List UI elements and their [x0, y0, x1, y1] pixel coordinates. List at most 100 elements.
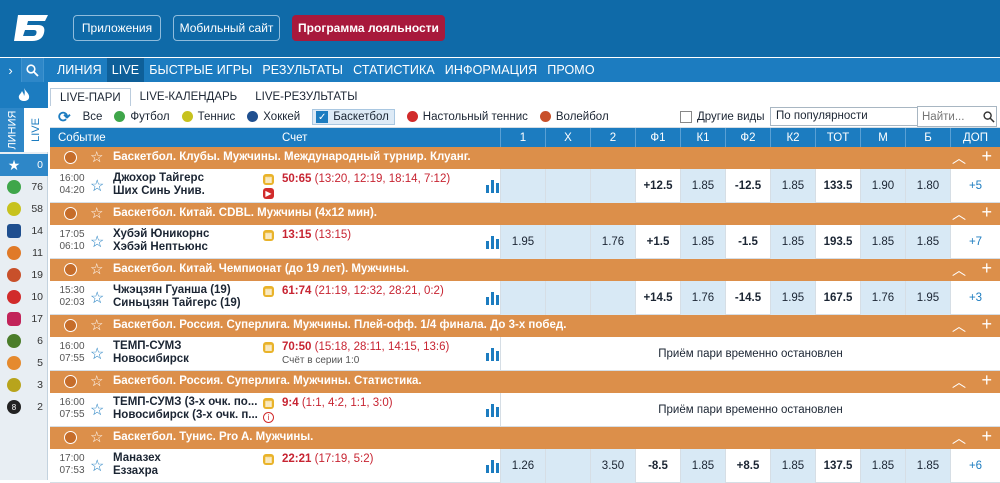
collapse-chevron-icon[interactable]: ︿ — [952, 316, 966, 336]
search-icon[interactable] — [22, 58, 44, 82]
odds-cell[interactable]: 193.5 — [815, 225, 860, 259]
sidebar-handball[interactable]: 5 — [0, 352, 48, 374]
league-header[interactable]: ☆ Баскетбол. Клубы. Мужчины. Международн… — [50, 146, 1000, 169]
odds-cell[interactable]: +14.5 — [635, 281, 680, 315]
collapse-chevron-icon[interactable]: ︿ — [952, 204, 966, 224]
league-header[interactable]: ☆ Баскетбол. Китай. Чемпионат (до 19 лет… — [50, 258, 1000, 281]
apps-button[interactable]: Приложения — [73, 15, 161, 41]
odds-cell[interactable]: 1.85 — [770, 449, 815, 483]
statistics-icon[interactable] — [486, 346, 500, 361]
star-outline-icon[interactable]: ☆ — [90, 204, 103, 222]
tab-live-bets[interactable]: LIVE-ПАРИ — [50, 88, 131, 106]
live-stream-icon[interactable]: ▦ — [263, 230, 274, 241]
odds-cell[interactable]: 1.76 — [590, 225, 635, 259]
logo-icon[interactable] — [14, 11, 50, 45]
odds-cell[interactable] — [590, 281, 635, 315]
odds-cell[interactable]: -8.5 — [635, 449, 680, 483]
sidebar-cycling[interactable]: 3 — [0, 374, 48, 396]
odds-cell[interactable]: 133.5 — [815, 169, 860, 203]
filter-hockey[interactable]: Хоккей — [247, 111, 300, 123]
odds-cell[interactable]: 1.85 — [860, 449, 905, 483]
odds-cell[interactable] — [500, 169, 545, 203]
odds-cell[interactable]: 1.80 — [905, 169, 950, 203]
odds-cell[interactable]: +12.5 — [635, 169, 680, 203]
sidebar-esports[interactable]: 17 — [0, 308, 48, 330]
odds-cell[interactable]: 3.50 — [590, 449, 635, 483]
star-outline-icon[interactable]: ☆ — [90, 344, 104, 364]
filter-football[interactable]: Футбол — [114, 111, 170, 123]
nav-live[interactable]: LIVE — [106, 58, 145, 82]
odds-cell[interactable]: 137.5 — [815, 449, 860, 483]
collapse-chevron-icon[interactable]: ︿ — [952, 428, 966, 448]
odds-cell[interactable] — [590, 169, 635, 203]
sidebar-favorites[interactable]: ★ 0 — [0, 154, 48, 176]
star-outline-icon[interactable]: ☆ — [90, 232, 104, 252]
tab-live-results[interactable]: LIVE-РЕЗУЛЬТАТЫ — [246, 88, 366, 106]
nav-line[interactable]: ЛИНИЯ — [52, 58, 107, 82]
info-icon[interactable]: i — [263, 412, 274, 423]
star-outline-icon[interactable]: ☆ — [90, 316, 103, 334]
odds-cell[interactable]: 1.85 — [680, 169, 725, 203]
filter-volleyball[interactable]: Волейбол — [539, 111, 609, 123]
league-header[interactable]: ☆ Баскетбол. Тунис. Pro A. Мужчины. ︿ + — [50, 426, 1000, 449]
odds-cell[interactable]: 1.85 — [680, 449, 725, 483]
odds-cell[interactable]: -12.5 — [725, 169, 770, 203]
league-header[interactable]: ☆ Баскетбол. Россия. Суперлига. Мужчины.… — [50, 370, 1000, 393]
mobile-site-button[interactable]: Мобильный сайт — [173, 15, 280, 41]
filter-tennis[interactable]: Теннис — [181, 111, 235, 123]
odds-cell[interactable]: 1.85 — [770, 169, 815, 203]
statistics-icon[interactable] — [486, 402, 500, 417]
star-outline-icon[interactable]: ☆ — [90, 288, 104, 308]
odds-cell[interactable]: 1.85 — [905, 225, 950, 259]
live-stream-icon[interactable]: ▦ — [263, 174, 274, 185]
sort-select[interactable]: По популярности — [770, 107, 934, 126]
live-stream-icon[interactable]: ▦ — [263, 398, 274, 409]
odds-cell[interactable]: 1.85 — [905, 449, 950, 483]
odds-cell[interactable]: +1.5 — [635, 225, 680, 259]
odds-cell[interactable]: 1.95 — [500, 225, 545, 259]
odds-cell[interactable]: 167.5 — [815, 281, 860, 315]
odds-cell[interactable]: -14.5 — [725, 281, 770, 315]
odds-cell[interactable] — [500, 281, 545, 315]
event-teams[interactable]: Маназех Еззахра — [113, 452, 161, 478]
nav-statistics[interactable]: СТАТИСТИКА — [348, 58, 440, 82]
add-icon[interactable]: + — [981, 202, 992, 223]
collapse-chevron-icon[interactable]: ︿ — [952, 148, 966, 168]
star-outline-icon[interactable]: ☆ — [90, 400, 104, 420]
fire-icon[interactable] — [0, 82, 48, 108]
nav-info[interactable]: ИНФОРМАЦИЯ — [440, 58, 542, 82]
event-teams[interactable]: ТЕМП-СУМЗ Новосибирск — [113, 340, 189, 366]
sidebar-tennis[interactable]: 58 — [0, 198, 48, 220]
odds-cell[interactable] — [545, 225, 590, 259]
league-header[interactable]: ☆ Баскетбол. Россия. Суперлига. Мужчины.… — [50, 314, 1000, 337]
event-teams[interactable]: Джохор Тайгерс Ших Синь Унив. — [113, 172, 205, 198]
odds-cell[interactable] — [545, 281, 590, 315]
video-icon[interactable]: ▶ — [263, 188, 274, 199]
nav-promo[interactable]: ПРОМО — [542, 58, 599, 82]
star-outline-icon[interactable]: ☆ — [90, 260, 103, 278]
add-icon[interactable]: + — [981, 314, 992, 335]
tab-live-calendar[interactable]: LIVE-КАЛЕНДАРЬ — [131, 88, 247, 106]
more-bets-link[interactable]: +6 — [950, 449, 1000, 483]
odds-cell[interactable]: +8.5 — [725, 449, 770, 483]
statistics-icon[interactable] — [486, 178, 500, 193]
filter-all[interactable]: Все — [83, 111, 103, 123]
sidebar-football[interactable]: 76 — [0, 176, 48, 198]
statistics-icon[interactable] — [486, 458, 500, 473]
refresh-icon[interactable]: ⟳ — [58, 108, 71, 126]
tab-live-vertical[interactable]: LIVE — [24, 108, 48, 152]
add-icon[interactable]: + — [981, 146, 992, 167]
odds-cell[interactable]: 1.85 — [680, 225, 725, 259]
sidebar-athletics[interactable]: 6 — [0, 330, 48, 352]
event-teams[interactable]: Хубэй Юникорнс Хэбэй Нептьюнс — [113, 228, 209, 254]
filter-basketball[interactable]: ✓ Баскетбол — [312, 108, 395, 125]
chevron-right-icon[interactable]: › — [0, 58, 22, 82]
odds-cell[interactable]: 1.95 — [905, 281, 950, 315]
star-outline-icon[interactable]: ☆ — [90, 176, 104, 196]
collapse-chevron-icon[interactable]: ︿ — [952, 260, 966, 280]
loyalty-program-button[interactable]: Программа лояльности — [292, 15, 445, 41]
event-teams[interactable]: Чжэцзян Гуанша (19) Синьцзян Тайгерс (19… — [113, 284, 241, 310]
star-outline-icon[interactable]: ☆ — [90, 428, 103, 446]
filter-table-tennis[interactable]: Настольный теннис — [406, 111, 528, 123]
add-icon[interactable]: + — [981, 258, 992, 279]
